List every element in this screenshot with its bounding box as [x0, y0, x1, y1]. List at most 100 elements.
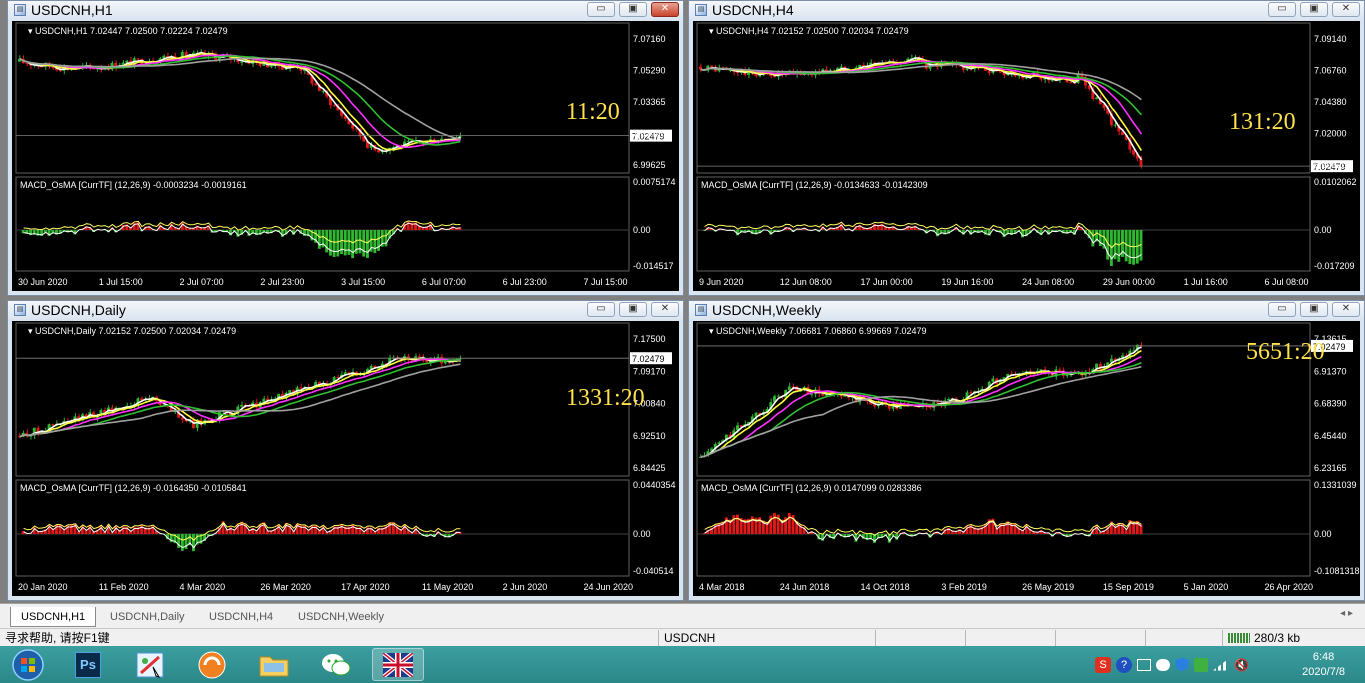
- close-button[interactable]: ✕: [1332, 2, 1360, 17]
- macd-scale-label: 0.0075174: [633, 177, 676, 187]
- macd-histogram-bar: [1091, 230, 1095, 247]
- price-scale-label: 7.02000: [1314, 129, 1347, 139]
- status-bar: 寻求帮助, 请按F1键 USDCNH 280/3 kb: [0, 628, 1365, 646]
- keyboard-icon[interactable]: [1137, 658, 1151, 671]
- candle-body: [821, 393, 825, 396]
- macd-histogram-bar: [1124, 230, 1128, 262]
- shield-icon[interactable]: [1175, 657, 1189, 672]
- chart-window-h4[interactable]: ▤ USDCNH,H4 ▭ ▣ ✕ 7.02479 7.09140 7.06760 7…: [688, 0, 1365, 296]
- chart-canvas[interactable]: 7.02479 7.09140 7.06760 7.04380 7.02000 6.996…: [693, 21, 1360, 291]
- help-icon[interactable]: ?: [1116, 656, 1132, 673]
- photoshop-icon[interactable]: Ps: [62, 648, 114, 681]
- chart-canvas[interactable]: 7.02479 7.07160 7.05290 7.03365 7.01495 6.996…: [12, 21, 679, 291]
- start-orb-icon[interactable]: [2, 648, 54, 681]
- candle-body: [377, 149, 380, 153]
- price-chart-svg[interactable]: 7.024797.071607.052907.033657.014956.996…: [12, 21, 679, 291]
- chart-window-h1[interactable]: ▤ USDCNH,H1 ▭ ▣ ✕ 7.02479 7.07160 7.05290 7…: [7, 0, 684, 296]
- wechat-tray-icon[interactable]: [1156, 658, 1170, 671]
- macd-scale-label: 0.1331039: [1314, 480, 1357, 490]
- candle-body: [1065, 375, 1069, 377]
- candle-body: [947, 399, 950, 401]
- restore-button[interactable]: ▣: [619, 302, 647, 317]
- time-axis-label: 26 May 2019: [1022, 582, 1074, 592]
- moving-average-line: [19, 57, 461, 140]
- price-chart-svg[interactable]: 7.024797.175007.091707.008406.925106.844…: [12, 321, 679, 596]
- tab-usdcnh-weekly[interactable]: USDCNH,Weekly: [288, 607, 394, 627]
- minimize-button[interactable]: ▭: [587, 302, 615, 317]
- close-button[interactable]: ✕: [651, 302, 679, 317]
- tab-usdcnh-daily[interactable]: USDCNH,Daily: [100, 607, 195, 627]
- macd-info-text: MACD_OsMA [CurrTF] (12,26,9) -0.0134633 …: [701, 180, 928, 190]
- candle-body: [710, 65, 714, 68]
- price-scale-label: 7.09170: [633, 366, 666, 376]
- window-title: USDCNH,H4: [712, 2, 794, 18]
- sogou-icon[interactable]: S: [1095, 656, 1111, 673]
- minimize-button[interactable]: ▭: [1268, 2, 1296, 17]
- candle-body: [25, 63, 29, 65]
- symbol-info-text: ▾ USDCNH,H4 7.02152 7.02500 7.02034 7.02…: [709, 26, 909, 36]
- price-scale-label: 6.45440: [1314, 431, 1347, 441]
- macd-histogram-bar: [321, 526, 325, 534]
- candle-body: [299, 387, 303, 389]
- price-scale-label: 6.68390: [1314, 399, 1347, 409]
- tab-usdcnh-h1[interactable]: USDCNH,H1: [10, 607, 97, 627]
- folder-icon[interactable]: [248, 648, 300, 681]
- price-scale-label: 6.23165: [1314, 463, 1347, 473]
- close-button[interactable]: ✕: [651, 2, 679, 17]
- status-cell-empty-4: [1145, 630, 1220, 646]
- minimize-button[interactable]: ▭: [1268, 302, 1296, 317]
- candle-body: [406, 140, 410, 142]
- tab-usdcnh-h4[interactable]: USDCNH,H4: [199, 607, 283, 627]
- status-cell-empty-1: [875, 630, 965, 646]
- chart-canvas[interactable]: 7.02479 7.13615 6.91370 6.68390 6.45440 6.231…: [693, 321, 1360, 596]
- time-axis-label: 11 May 2020: [422, 582, 473, 592]
- chart-canvas[interactable]: 7.02479 7.17500 7.09170 7.00840 6.92510 6.844…: [12, 321, 679, 596]
- minimize-button[interactable]: ▭: [587, 2, 615, 17]
- mt4-flag-icon[interactable]: [372, 648, 424, 681]
- window-title-bar[interactable]: ▤ USDCNH,H4 ▭ ▣ ✕: [689, 1, 1364, 19]
- chart-window-weekly[interactable]: ▤ USDCNH,Weekly ▭ ▣ ✕ 7.02479 7.13615 6.91…: [688, 300, 1365, 601]
- window-title-bar[interactable]: ▤ USDCNH,Daily ▭ ▣ ✕: [8, 301, 683, 319]
- price-chart-svg[interactable]: 7.024797.091407.067607.043807.020006.996…: [693, 21, 1360, 291]
- window-title-bar[interactable]: ▤ USDCNH,H1 ▭ ▣ ✕: [8, 1, 683, 19]
- price-chart-svg[interactable]: 7.024797.136156.913706.683906.454406.231…: [693, 321, 1360, 596]
- chart-window-daily[interactable]: ▤ USDCNH,Daily ▭ ▣ ✕ 7.02479 7.17500 7.091…: [7, 300, 684, 601]
- macd-histogram-bar: [240, 521, 244, 534]
- restore-button[interactable]: ▣: [1300, 302, 1328, 317]
- candle-body: [987, 70, 991, 73]
- time-axis-label: 4 Mar 2018: [699, 582, 745, 592]
- ps-label: Ps: [75, 651, 101, 678]
- macd-histogram-bar: [191, 534, 195, 552]
- macd-histogram-bar: [362, 230, 366, 257]
- time-axis-label: 6 Jul 08:00: [1264, 277, 1308, 287]
- restore-button[interactable]: ▣: [1300, 2, 1328, 17]
- window-title-bar[interactable]: ▤ USDCNH,Weekly ▭ ▣ ✕: [689, 301, 1364, 319]
- wechat-icon[interactable]: [310, 648, 362, 681]
- macd-histogram-bar: [317, 230, 321, 249]
- symbol-info-text: ▾ USDCNH,H1 7.02447 7.02500 7.02224 7.02…: [28, 26, 228, 36]
- chart-tab-bar: USDCNH,H1 USDCNH,Daily USDCNH,H4 USDCNH,…: [0, 603, 1365, 628]
- tab-scroll-arrows[interactable]: ◂ ▸: [1340, 608, 1353, 619]
- macd-histogram-bar: [358, 230, 362, 254]
- time-axis-label: 29 Jun 00:00: [1103, 277, 1155, 287]
- macd-histogram-bar: [773, 513, 776, 534]
- restore-button[interactable]: ▣: [619, 2, 647, 17]
- candle-body: [125, 60, 129, 63]
- candle-body: [1024, 77, 1028, 79]
- browser-icon[interactable]: [186, 648, 238, 681]
- close-button[interactable]: ✕: [1332, 302, 1360, 317]
- macd-scale-label: 0.00: [633, 529, 651, 539]
- macd-scale-label: 0.0102062: [1314, 177, 1357, 187]
- taskbar-clock[interactable]: 6:48 2020/7/8: [1302, 650, 1345, 680]
- windows-taskbar: Ps S ? 🔇 6:48 2020/7/8: [0, 646, 1365, 683]
- security-icon[interactable]: [1194, 657, 1208, 672]
- network-icon[interactable]: [1213, 658, 1229, 671]
- window-title: USDCNH,H1: [31, 2, 113, 18]
- macd-histogram-bar: [180, 534, 184, 551]
- macd-histogram-bar: [351, 230, 355, 259]
- price-scale-label: 7.03365: [633, 97, 666, 107]
- moving-average-line: [19, 358, 461, 438]
- volume-muted-icon[interactable]: 🔇: [1234, 658, 1250, 672]
- paint-icon[interactable]: [124, 648, 176, 681]
- connection-bars-icon: [1228, 633, 1250, 643]
